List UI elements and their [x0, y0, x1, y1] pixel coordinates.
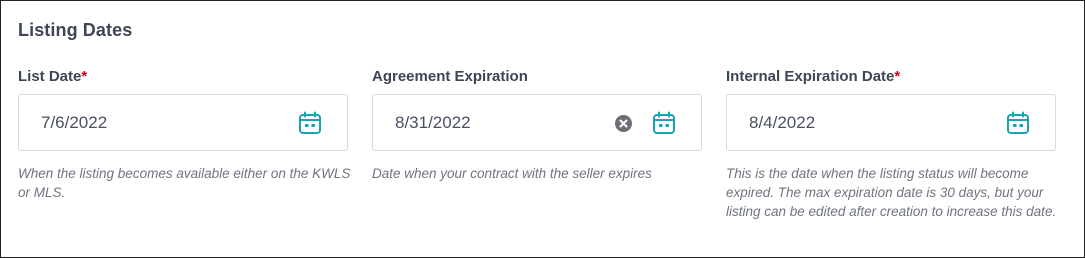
- list-date-label: List Date: [18, 68, 82, 85]
- section-title: Listing Dates: [18, 20, 133, 40]
- agreement-expiration-label-row: Agreement Expiration: [372, 67, 707, 87]
- internal-expiration-value: 8/4/2022: [749, 113, 816, 132]
- internal-expiration-label-row: Internal Expiration Date*: [726, 67, 1061, 87]
- agreement-expiration-value: 8/31/2022: [395, 113, 471, 132]
- list-date-helper: When the listing becomes available eithe…: [18, 166, 351, 200]
- internal-expiration-field: Internal Expiration Date* 8/4/2022 This …: [726, 67, 1061, 221]
- listing-dates-panel: Listing Dates List Date* 7/6/2022 When t…: [0, 0, 1085, 258]
- internal-expiration-label: Internal Expiration Date: [726, 68, 895, 85]
- list-date-value: 7/6/2022: [41, 113, 108, 132]
- clear-icon[interactable]: [615, 115, 632, 132]
- calendar-icon[interactable]: [651, 110, 677, 136]
- required-asterisk: *: [81, 68, 88, 85]
- list-date-label-row: List Date*: [18, 67, 353, 87]
- list-date-field: List Date* 7/6/2022 When the listing bec…: [18, 67, 353, 202]
- agreement-expiration-helper: Date when your contract with the seller …: [372, 166, 652, 181]
- agreement-expiration-label: Agreement Expiration: [372, 68, 528, 85]
- list-date-input[interactable]: 7/6/2022: [18, 94, 348, 151]
- agreement-expiration-field: Agreement Expiration 8/31/2022 Date when…: [372, 67, 707, 183]
- calendar-icon[interactable]: [1005, 110, 1031, 136]
- required-asterisk: *: [894, 68, 901, 85]
- agreement-expiration-input[interactable]: 8/31/2022: [372, 94, 702, 151]
- internal-expiration-helper: This is the date when the listing status…: [726, 166, 1057, 219]
- internal-expiration-input[interactable]: 8/4/2022: [726, 94, 1056, 151]
- calendar-icon[interactable]: [297, 110, 323, 136]
